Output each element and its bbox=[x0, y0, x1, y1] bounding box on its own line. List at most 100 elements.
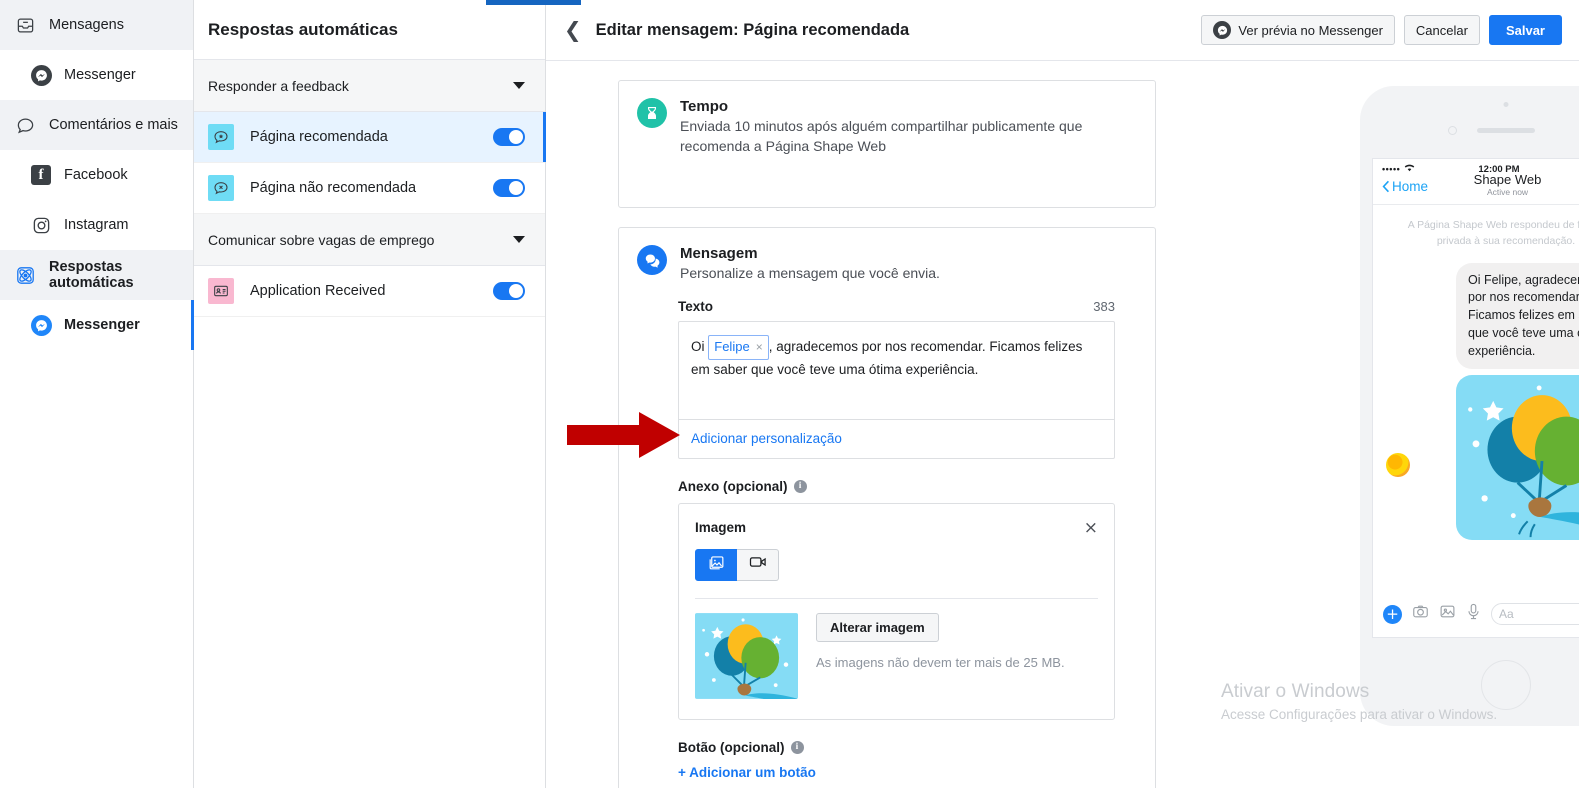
sidebar-item-label: Respostas automáticas bbox=[49, 259, 193, 291]
auto-response-toggle[interactable] bbox=[493, 179, 525, 197]
sidebar-item-label: Instagram bbox=[64, 217, 128, 233]
phone-camera bbox=[1448, 126, 1457, 135]
back-chevron-icon[interactable]: ❮ bbox=[564, 20, 582, 41]
section-comunicar-vagas[interactable]: Comunicar sobre vagas de emprego bbox=[194, 214, 545, 266]
tempo-title: Tempo bbox=[680, 98, 1137, 115]
gallery-icon[interactable] bbox=[1439, 603, 1456, 625]
sidebar-item-label: Messenger bbox=[64, 317, 140, 333]
automated-responses-panel: Respostas automáticas Responder a feedba… bbox=[194, 0, 546, 788]
video-type-button[interactable] bbox=[737, 549, 779, 581]
panel-title: Respostas automáticas bbox=[194, 0, 545, 60]
messenger-icon bbox=[30, 314, 52, 336]
anexo-label: Anexo (opcional) bbox=[678, 479, 788, 494]
image-icon bbox=[707, 553, 726, 577]
add-personalization-link[interactable]: Adicionar personalização bbox=[691, 431, 842, 446]
info-icon[interactable]: i bbox=[794, 480, 807, 493]
message-text-content[interactable]: Oi Felipe×, agradecemos por nos recomend… bbox=[679, 322, 1114, 419]
close-icon[interactable]: × bbox=[1084, 520, 1098, 537]
phone-speaker bbox=[1477, 128, 1535, 133]
preview-in-messenger-button[interactable]: Ver prévia no Messenger bbox=[1201, 15, 1395, 45]
message-bubble: Oi Felipe, agradecemos por nos recomenda… bbox=[1456, 263, 1579, 370]
phone-sensor bbox=[1504, 102, 1509, 107]
chat-page-status: Active now bbox=[1428, 187, 1579, 197]
auto-response-toggle[interactable] bbox=[493, 282, 525, 300]
chat-body: A Página Shape Web respondeu de forma pr… bbox=[1373, 205, 1579, 593]
message-input[interactable]: Aa bbox=[1491, 603, 1579, 625]
home-label: Home bbox=[1392, 179, 1428, 194]
sidebar-item-respostas-automaticas[interactable]: Respostas automáticas bbox=[0, 250, 193, 300]
section-label: Responder a feedback bbox=[208, 78, 349, 94]
avatar bbox=[1386, 453, 1410, 477]
auto-response-row-pagina-recomendada[interactable]: Página recomendada bbox=[194, 112, 545, 163]
automation-icon bbox=[14, 264, 36, 286]
text-prefix: Oi bbox=[691, 339, 708, 354]
image-thumbnail bbox=[695, 613, 798, 699]
editor-header: ❮ Editar mensagem: Página recomendada Ve… bbox=[546, 0, 1579, 61]
sidebar-item-facebook[interactable]: f Facebook bbox=[0, 150, 193, 200]
comment-icon bbox=[14, 114, 36, 136]
token-remove-icon[interactable]: × bbox=[756, 338, 763, 357]
main-editor: ❮ Editar mensagem: Página recomendada Ve… bbox=[546, 0, 1579, 788]
attachment-box: Imagem × bbox=[678, 503, 1115, 720]
auto-response-label: Página recomendada bbox=[250, 129, 477, 145]
auto-response-row-pagina-nao-recomendada[interactable]: Página não recomendada bbox=[194, 163, 545, 214]
sidebar-item-messenger-automation[interactable]: Messenger bbox=[0, 300, 193, 350]
sidebar-item-messenger-inbox[interactable]: Messenger bbox=[0, 50, 193, 100]
microphone-icon[interactable] bbox=[1466, 603, 1481, 625]
attachment-title: Imagem bbox=[695, 520, 746, 535]
attachment-type-toggle bbox=[695, 549, 1098, 581]
mensagem-card: Mensagem Personalize a mensagem que você… bbox=[618, 227, 1156, 788]
inbox-icon bbox=[14, 14, 36, 36]
section-label: Comunicar sobre vagas de emprego bbox=[208, 232, 434, 248]
top-accent-strip bbox=[486, 0, 581, 5]
chat-header: Home Shape Web Active now bbox=[1373, 175, 1579, 205]
clock-badge-icon bbox=[637, 98, 667, 128]
mensagem-title: Mensagem bbox=[680, 245, 940, 262]
tempo-card: Tempo Enviada 10 minutos após alguém com… bbox=[618, 80, 1156, 208]
auto-response-label: Página não recomendada bbox=[250, 180, 477, 196]
camera-icon[interactable] bbox=[1412, 603, 1429, 625]
message-textbox[interactable]: Oi Felipe×, agradecemos por nos recomend… bbox=[678, 321, 1115, 459]
add-button-link[interactable]: + Adicionar um botão bbox=[678, 765, 816, 780]
messenger-icon bbox=[1213, 21, 1231, 39]
sidebar-item-comentarios[interactable]: Comentários e mais bbox=[0, 100, 193, 150]
sidebar-item-instagram[interactable]: Instagram bbox=[0, 200, 193, 250]
save-button-label: Salvar bbox=[1506, 23, 1545, 38]
save-button[interactable]: Salvar bbox=[1489, 15, 1562, 45]
phone-screen: ••••• 12:00 PM 100% bbox=[1372, 158, 1579, 638]
mensagem-description: Personalize a mensagem que você envia. bbox=[680, 264, 940, 284]
sidebar-item-label: Facebook bbox=[64, 167, 128, 183]
messenger-icon bbox=[30, 64, 52, 86]
page-title: Editar mensagem: Página recomendada bbox=[596, 21, 1193, 40]
wifi-icon bbox=[1404, 163, 1415, 175]
phone-mockup: ••••• 12:00 PM 100% bbox=[1360, 86, 1579, 726]
app-root: Mensagens Messenger Comentários e mais bbox=[0, 0, 1579, 788]
change-image-button[interactable]: Alterar imagem bbox=[816, 613, 939, 642]
image-type-button[interactable] bbox=[695, 549, 737, 581]
auto-response-toggle[interactable] bbox=[493, 128, 525, 146]
image-bubble bbox=[1456, 375, 1579, 540]
sidebar-item-label: Messenger bbox=[64, 67, 136, 83]
plus-icon[interactable]: + bbox=[1383, 605, 1402, 624]
video-icon bbox=[748, 552, 768, 577]
cancel-button[interactable]: Cancelar bbox=[1404, 15, 1480, 45]
auto-response-label: Application Received bbox=[250, 283, 477, 299]
attachment-divider bbox=[695, 598, 1098, 599]
sidebar-item-mensagens[interactable]: Mensagens bbox=[0, 0, 193, 50]
section-responder-a-feedback[interactable]: Responder a feedback bbox=[194, 60, 545, 112]
home-back-button[interactable]: Home bbox=[1382, 179, 1428, 194]
char-counter: 383 bbox=[1093, 299, 1115, 314]
message-input-placeholder: Aa bbox=[1499, 607, 1514, 621]
preview-button-label: Ver prévia no Messenger bbox=[1238, 23, 1383, 38]
editor-content: Tempo Enviada 10 minutos após alguém com… bbox=[546, 61, 1579, 788]
recommend-bubble-icon bbox=[208, 124, 234, 150]
info-icon[interactable]: i bbox=[791, 741, 804, 754]
sidebar-item-label: Mensagens bbox=[49, 17, 124, 33]
anexo-label-row: Anexo (opcional) i bbox=[678, 479, 1115, 494]
tempo-description: Enviada 10 minutos após alguém compartil… bbox=[680, 117, 1137, 157]
instagram-icon bbox=[30, 214, 52, 236]
facebook-icon: f bbox=[30, 164, 52, 186]
personalization-token[interactable]: Felipe × bbox=[708, 335, 768, 360]
auto-response-row-application-received[interactable]: Application Received bbox=[194, 266, 545, 317]
token-label: Felipe bbox=[714, 337, 749, 357]
